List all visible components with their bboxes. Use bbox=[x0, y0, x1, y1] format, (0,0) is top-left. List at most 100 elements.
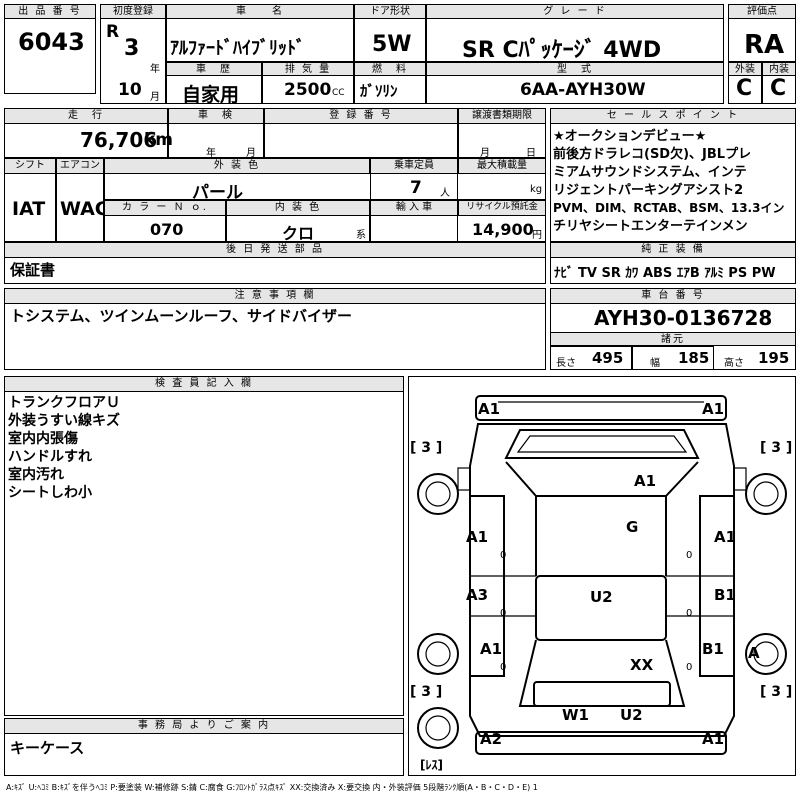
caution-label: 注 意 事 項 欄 bbox=[4, 288, 546, 304]
mark-g-windshield: G bbox=[626, 518, 639, 536]
sales-label: セ ー ル ス ポ イ ン ト bbox=[550, 108, 796, 124]
car-name: ｱﾙﾌｧｰﾄﾞﾊｲﾌﾞﾘｯﾄﾞ bbox=[170, 38, 305, 59]
equip-abs: ABS bbox=[642, 266, 673, 281]
inspector-line-5: 室内汚れ bbox=[8, 467, 64, 483]
equip-navi: ﾅﾋﾞ bbox=[554, 266, 574, 281]
mileage-cell bbox=[4, 108, 168, 158]
chassis-number: AYH30-0136728 bbox=[594, 306, 773, 330]
sales-line-4: リジェントパーキングアシスト2 bbox=[553, 183, 744, 198]
ext-grade: C bbox=[736, 76, 753, 101]
transfer-day: 日 bbox=[526, 148, 536, 159]
mark-a1-hood: A1 bbox=[634, 472, 657, 490]
equip-sr: SR bbox=[601, 266, 621, 281]
sales-line-6: チリヤシートエンターテインメン bbox=[553, 219, 748, 234]
recycle-label: リサイクル預託金 bbox=[458, 200, 546, 216]
mark-a1-top-left: A1 bbox=[478, 400, 501, 418]
mark-a1-top-right: A1 bbox=[702, 400, 725, 418]
width-label: 幅 bbox=[650, 358, 660, 369]
height-label: 高さ bbox=[724, 358, 744, 369]
equip-items: ﾅﾋﾞ TV SR ｶﾜ ABS ｴｱB ｱﾙﾐ PS PW bbox=[554, 262, 776, 281]
lot-label: 出 品 番 号 bbox=[4, 4, 96, 19]
office-label: 事 務 局 よ り ご 案 内 bbox=[4, 718, 404, 734]
lot-number: 6043 bbox=[18, 28, 85, 56]
transfer-month: 月 bbox=[480, 148, 490, 159]
mark-a1-bottom: A1 bbox=[702, 730, 725, 748]
car-diagram bbox=[417, 395, 787, 755]
height: 195 bbox=[758, 349, 790, 367]
import-cell bbox=[370, 200, 458, 242]
door-type: 5W bbox=[372, 32, 412, 57]
chassis-label: 車 台 番 号 bbox=[550, 288, 796, 304]
zero-mid-left: 0 bbox=[500, 608, 507, 619]
spare-tire-label: [ﾚｽ] bbox=[420, 758, 443, 772]
ac: WAC bbox=[60, 198, 109, 220]
fuel: ｶﾞｿﾘﾝ bbox=[360, 82, 398, 100]
int-grade: C bbox=[770, 76, 787, 101]
colorno-cell bbox=[104, 200, 226, 242]
inspector-line-3: 室内内張傷 bbox=[8, 431, 78, 447]
sales-line-1: ★オークションデビュー★ bbox=[553, 129, 707, 144]
era: R bbox=[106, 22, 120, 42]
reg-no-box bbox=[264, 108, 458, 158]
grade-label: グ レ ー ド bbox=[426, 4, 724, 19]
displacement: 2500 bbox=[284, 80, 332, 100]
zero-front-right: 0 bbox=[686, 550, 693, 561]
later-value: 保証書 bbox=[10, 261, 56, 279]
spec-label: 諸元 bbox=[550, 332, 796, 346]
caution-value: トシステム、ツインムーンルーフ、サイドバイザー bbox=[10, 307, 353, 325]
door-label: ドア形状 bbox=[354, 4, 426, 19]
equip-alloy: ｱﾙﾐ bbox=[704, 266, 724, 281]
year-unit: 年 bbox=[150, 64, 160, 75]
recycle: 14,900 bbox=[472, 220, 534, 239]
intcolor-cell bbox=[226, 200, 370, 242]
mark-a3-left: A3 bbox=[466, 586, 489, 604]
length-label: 長さ bbox=[556, 358, 576, 369]
inspector-line-4: ハンドルすれ bbox=[8, 449, 92, 465]
width: 185 bbox=[678, 349, 710, 367]
name-label: 車 名 bbox=[166, 4, 354, 19]
tire-depth-rear-right: [ 3 ] bbox=[760, 684, 793, 700]
length: 495 bbox=[592, 349, 624, 367]
tire-depth-front-left: [ 3 ] bbox=[410, 440, 443, 456]
mark-w1-back: W1 bbox=[562, 706, 589, 724]
first-reg-label: 初度登録 bbox=[100, 4, 166, 19]
mark-u2-back: U2 bbox=[620, 706, 643, 724]
equip-label: 純 正 装 備 bbox=[550, 242, 796, 258]
history: 自家用 bbox=[182, 84, 240, 106]
equip-tv: TV bbox=[578, 266, 597, 281]
office-value: キーケース bbox=[10, 739, 85, 757]
tire-depth-front-right: [ 3 ] bbox=[760, 440, 793, 456]
color-row bbox=[104, 158, 546, 200]
mark-a1-rear-left: A1 bbox=[480, 640, 503, 658]
insp-year-unit: 年 bbox=[206, 148, 216, 159]
mark-xx-rear: XX bbox=[630, 656, 654, 674]
mark-a1-front-right: A1 bbox=[714, 528, 737, 546]
sales-line-2: 前後方ドラレコ(SD欠)、JBLプレ bbox=[553, 147, 752, 162]
mark-u2-roof: U2 bbox=[590, 588, 613, 606]
equip-pw: PW bbox=[751, 266, 776, 281]
model: 6AA-AYH30W bbox=[520, 80, 646, 100]
later-label: 後 日 発 送 部 品 bbox=[4, 242, 546, 258]
reg-year: 3 bbox=[124, 36, 140, 61]
inspector-line-1: トランクフロアＵ bbox=[8, 395, 120, 411]
zero-front-left: 0 bbox=[500, 550, 507, 561]
reg-month: 10 bbox=[118, 80, 142, 100]
score: RA bbox=[744, 30, 785, 60]
equip-ps: PS bbox=[728, 266, 748, 281]
mark-b1-right: B1 bbox=[714, 586, 736, 604]
mark-a2-bottom: A2 bbox=[480, 730, 503, 748]
mark-a1-front-left: A1 bbox=[466, 528, 489, 546]
zero-rear-left: 0 bbox=[500, 662, 507, 673]
shift: IAT bbox=[12, 198, 46, 220]
cc-unit: CC bbox=[332, 88, 345, 98]
inspector-line-6: シートしわ小 bbox=[8, 485, 92, 501]
tire-depth-rear-left: [ 3 ] bbox=[410, 684, 443, 700]
mark-wheel-a: A bbox=[748, 644, 760, 662]
mark-b1-rear-right: B1 bbox=[702, 640, 724, 658]
legend: A:ｷｽﾞ U:ﾍｺﾐ B:ｷｽﾞを伴うﾍｺﾐ P:要塗装 W:補修跡 S:錆 … bbox=[6, 783, 538, 792]
grade: SR Cﾊﾟｯｹｰｼﾞ 4WD bbox=[462, 38, 662, 63]
recycle-unit: 円 bbox=[532, 230, 542, 241]
zero-rear-right: 0 bbox=[686, 662, 693, 673]
equip-airbag: ｴｱB bbox=[676, 266, 700, 281]
month-unit: 月 bbox=[150, 92, 160, 103]
